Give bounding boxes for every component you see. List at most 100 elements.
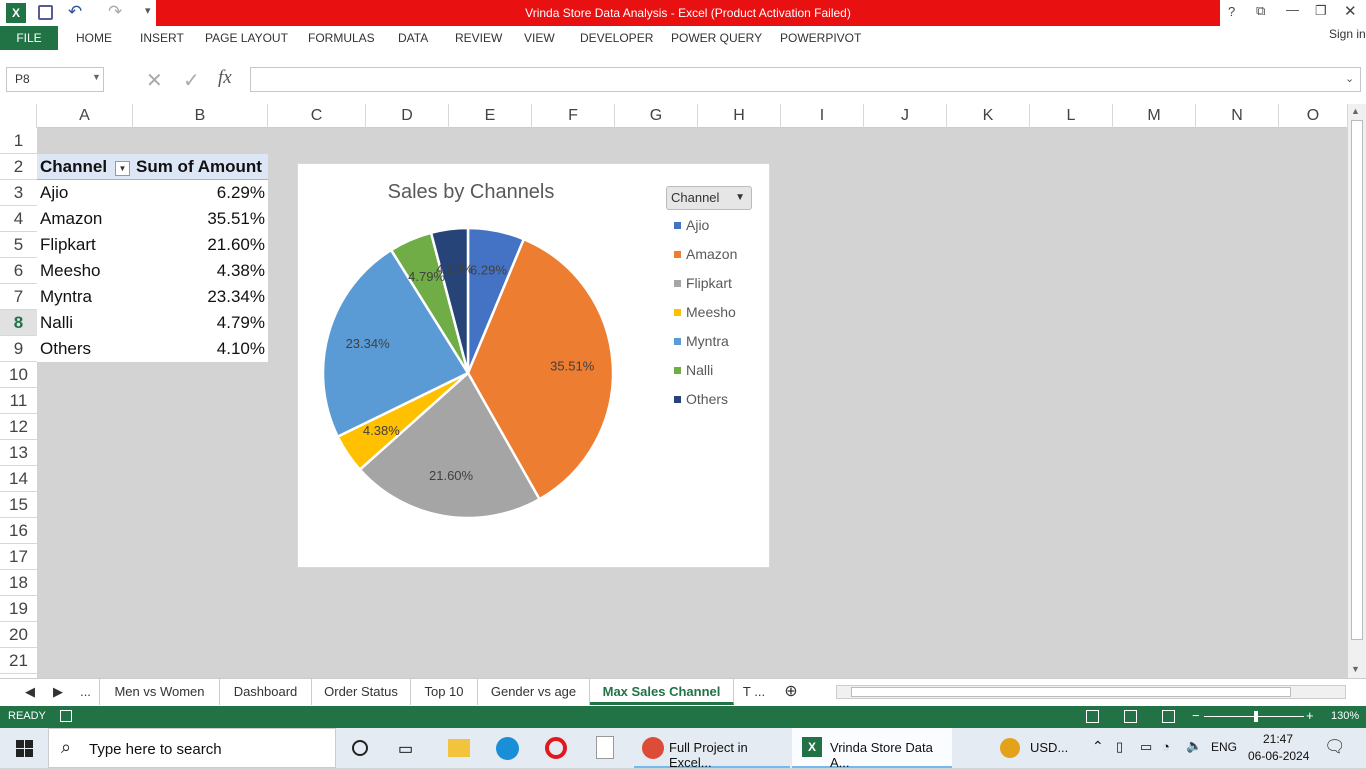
- sheet-tab[interactable]: Men vs Women: [100, 679, 220, 705]
- row-header[interactable]: 4: [0, 206, 37, 232]
- horizontal-scrollbar[interactable]: [836, 685, 1346, 699]
- pivot-channel-cell[interactable]: Ajio: [37, 180, 133, 206]
- legend-item[interactable]: Meesho: [674, 301, 769, 330]
- add-sheet-icon[interactable]: ⊕: [780, 679, 802, 705]
- pivot-amount-cell[interactable]: 21.60%: [133, 232, 268, 258]
- row-header[interactable]: 15: [0, 492, 37, 518]
- clock-time[interactable]: 21:47: [1263, 732, 1293, 746]
- expand-formula-icon[interactable]: ⌄: [1345, 72, 1354, 85]
- column-header[interactable]: M: [1113, 104, 1196, 128]
- select-all-corner[interactable]: [0, 104, 37, 128]
- task-view-icon[interactable]: ▭: [398, 739, 413, 759]
- notepad-icon[interactable]: [596, 736, 614, 759]
- column-header[interactable]: G: [615, 104, 698, 128]
- sheet-next-icon[interactable]: ▶: [48, 679, 68, 705]
- column-header[interactable]: J: [864, 104, 947, 128]
- pivot-channel-cell[interactable]: Myntra: [37, 284, 133, 310]
- tab-powerpivot[interactable]: POWERPIVOT: [780, 26, 861, 50]
- pivot-header-amount[interactable]: Sum of Amount: [133, 154, 268, 180]
- pivot-channel-cell[interactable]: Others: [37, 336, 133, 362]
- legend-item[interactable]: Others: [674, 388, 769, 417]
- pivot-amount-cell[interactable]: 6.29%: [133, 180, 268, 206]
- scroll-up-icon[interactable]: ▲: [1351, 106, 1360, 116]
- row-header[interactable]: 11: [0, 388, 37, 414]
- sheet-tab[interactable]: T ...: [734, 679, 774, 705]
- legend-item[interactable]: Flipkart: [674, 272, 769, 301]
- pie-chart[interactable]: Sales by Channels 6.29% 35.51% 21.60% 4.38%…: [297, 163, 770, 568]
- legend-item[interactable]: Ajio: [674, 214, 769, 243]
- legend-filter-button[interactable]: Channel ▼: [666, 186, 752, 210]
- undo-icon[interactable]: ↶: [68, 2, 82, 22]
- name-box-dropdown-icon[interactable]: ▼: [92, 72, 101, 82]
- confirm-formula-icon[interactable]: ✓: [183, 68, 200, 93]
- opera-icon[interactable]: [545, 737, 567, 759]
- language-indicator[interactable]: ENG: [1211, 740, 1237, 754]
- sheet-tab[interactable]: Top 10: [411, 679, 478, 705]
- ribbon-display-icon[interactable]: ⧉: [1256, 3, 1265, 19]
- column-header[interactable]: K: [947, 104, 1030, 128]
- tray-device-icon[interactable]: ▯: [1116, 739, 1123, 755]
- legend-item[interactable]: Nalli: [674, 359, 769, 388]
- pivot-filter-dropdown-icon[interactable]: ▼: [115, 161, 130, 176]
- taskbar-app-excel[interactable]: X Vrinda Store Data A...: [792, 728, 952, 770]
- taskbar-app-chrome[interactable]: Full Project in Excel...: [634, 728, 790, 770]
- row-header[interactable]: 3: [0, 180, 37, 206]
- windows-start-icon[interactable]: [16, 740, 33, 757]
- column-header[interactable]: I: [781, 104, 864, 128]
- pivot-amount-cell[interactable]: 35.51%: [133, 206, 268, 232]
- battery-icon[interactable]: ▭: [1140, 739, 1152, 755]
- row-header[interactable]: 10: [0, 362, 37, 388]
- close-icon[interactable]: ✕: [1344, 2, 1357, 20]
- column-header[interactable]: D: [366, 104, 449, 128]
- legend-item[interactable]: Myntra: [674, 330, 769, 359]
- row-header[interactable]: 6: [0, 258, 37, 284]
- row-header[interactable]: 19: [0, 596, 37, 622]
- tab-developer[interactable]: DEVELOPER: [580, 26, 653, 50]
- row-header[interactable]: 14: [0, 466, 37, 492]
- redo-icon[interactable]: ↷: [108, 2, 122, 22]
- sheet-tab[interactable]: Order Status: [312, 679, 411, 705]
- zoom-in-icon[interactable]: +: [1306, 708, 1314, 723]
- help-icon[interactable]: ?: [1228, 4, 1235, 19]
- notifications-icon[interactable]: 🗨: [1324, 737, 1346, 757]
- pivot-channel-cell[interactable]: Amazon: [37, 206, 133, 232]
- pivot-amount-cell[interactable]: 4.10%: [133, 336, 268, 362]
- row-header[interactable]: 1: [0, 128, 37, 154]
- tab-view[interactable]: VIEW: [524, 26, 555, 50]
- column-header[interactable]: O: [1279, 104, 1348, 128]
- minimize-icon[interactable]: —: [1286, 2, 1299, 17]
- sheet-prev-icon[interactable]: ◀: [20, 679, 40, 705]
- row-header[interactable]: 21: [0, 648, 37, 674]
- column-header[interactable]: B: [133, 104, 268, 128]
- restore-icon[interactable]: ❐: [1315, 3, 1327, 19]
- macro-record-icon[interactable]: [60, 710, 72, 722]
- column-header[interactable]: A: [37, 104, 133, 128]
- sheet-more-button[interactable]: ...: [72, 679, 100, 705]
- sheet-tab-active[interactable]: Max Sales Channel: [590, 679, 734, 705]
- tab-formulas[interactable]: FORMULAS: [308, 26, 375, 50]
- normal-view-icon[interactable]: [1086, 710, 1099, 723]
- pivot-amount-cell[interactable]: 4.79%: [133, 310, 268, 336]
- cancel-formula-icon[interactable]: ✕: [146, 68, 163, 93]
- wifi-icon[interactable]: ◔: [1162, 739, 1170, 754]
- scroll-thumb[interactable]: [1351, 120, 1363, 640]
- column-header[interactable]: L: [1030, 104, 1113, 128]
- name-box[interactable]: P8: [6, 67, 104, 92]
- row-header[interactable]: 16: [0, 518, 37, 544]
- vertical-scrollbar[interactable]: ▲ ▼: [1348, 104, 1366, 678]
- insert-function-icon[interactable]: fx: [218, 67, 232, 89]
- row-header-selected[interactable]: 8: [0, 310, 37, 336]
- scroll-down-icon[interactable]: ▼: [1351, 664, 1360, 674]
- row-header[interactable]: 9: [0, 336, 37, 362]
- column-header[interactable]: F: [532, 104, 615, 128]
- volume-icon[interactable]: 🔈: [1186, 738, 1202, 754]
- save-icon[interactable]: [38, 5, 53, 20]
- clock-date[interactable]: 06-06-2024: [1248, 749, 1309, 763]
- column-header[interactable]: C: [268, 104, 366, 128]
- sign-in-link[interactable]: Sign in: [1329, 22, 1366, 46]
- zoom-slider-thumb[interactable]: [1254, 711, 1258, 722]
- tab-data[interactable]: DATA: [398, 26, 428, 50]
- pivot-channel-cell[interactable]: Flipkart: [37, 232, 133, 258]
- column-header[interactable]: N: [1196, 104, 1279, 128]
- cortana-icon[interactable]: [352, 740, 368, 756]
